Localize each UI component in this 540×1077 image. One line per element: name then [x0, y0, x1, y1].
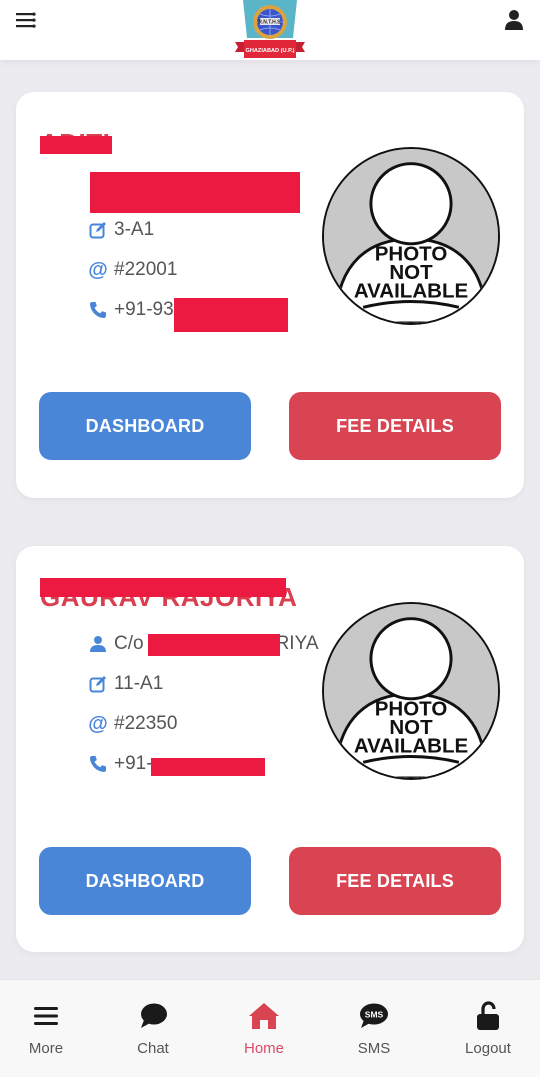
redaction-bar — [151, 758, 265, 776]
redaction-bar — [174, 298, 288, 332]
fee-details-button[interactable]: FEE DETAILS — [289, 392, 501, 460]
phone-icon — [88, 754, 108, 774]
admission-row: @ #22350 — [88, 711, 177, 737]
at-icon: @ — [88, 259, 108, 281]
redaction-bar — [40, 136, 112, 154]
class-text: 11-A1 — [114, 673, 164, 694]
nav-label: SMS — [357, 1040, 391, 1057]
home-icon — [248, 1000, 280, 1032]
redaction-bar — [148, 634, 280, 656]
nav-item-more[interactable]: More — [0, 980, 100, 1077]
photo-text-line: AVAILABLE — [354, 280, 468, 303]
class-row: 3-A1 — [88, 217, 154, 243]
class-text: 3-A1 — [114, 219, 155, 240]
phone-number: +91-93 — [114, 299, 174, 320]
photo-text-line: AVAILABLE — [354, 735, 468, 758]
nav-item-logout[interactable]: Logout — [434, 980, 540, 1077]
nav-label: Logout — [465, 1040, 511, 1057]
menu-icon[interactable] — [14, 10, 38, 30]
edit-icon — [88, 674, 108, 694]
app-header: R.N.T.H.S. GHAZIABAD (U.P.) — [0, 0, 540, 60]
nav-item-sms[interactable]: SMS SMS — [320, 980, 428, 1077]
student-photo-placeholder: PHOTO NOT AVAILABLE — [322, 602, 500, 780]
admission-number: #22350 — [114, 713, 178, 734]
admission-number: #22001 — [114, 259, 178, 280]
svg-text:SMS: SMS — [365, 1010, 384, 1020]
user-icon[interactable] — [504, 9, 524, 31]
nav-label: More — [28, 1040, 64, 1057]
guardian-prefix: C/o — [114, 633, 144, 654]
fee-details-button[interactable]: FEE DETAILS — [289, 847, 501, 915]
dashboard-button[interactable]: DASHBOARD — [39, 392, 251, 460]
unlock-icon — [472, 1000, 504, 1032]
nav-item-home[interactable]: Home — [210, 980, 318, 1077]
admission-row: @ #22001 — [88, 257, 177, 283]
dashboard-button[interactable]: DASHBOARD — [39, 847, 251, 915]
at-icon: @ — [88, 713, 108, 735]
student-photo-placeholder: PHOTO NOT AVAILABLE — [322, 147, 500, 325]
redaction-bar — [40, 578, 286, 597]
class-row: 11-A1 — [88, 671, 163, 697]
school-logo: R.N.T.H.S. GHAZIABAD (U.P.) — [233, 0, 307, 60]
phone-icon — [88, 300, 108, 320]
sms-bubble-icon: SMS — [358, 1000, 390, 1032]
chat-bubble-icon — [137, 1000, 169, 1032]
logo-text: R.N.T.H.S. — [258, 20, 282, 26]
logo-subtext: GHAZIABAD (U.P.) — [246, 48, 295, 54]
hamburger-icon — [30, 1000, 62, 1032]
guardian-suffix: RIYA — [275, 633, 319, 654]
phone-number: +91- — [114, 753, 153, 774]
bottom-navigation: More Chat Home SMS SMS Logout — [0, 979, 540, 1077]
edit-icon — [88, 220, 108, 240]
nav-label: Chat — [137, 1040, 169, 1057]
redaction-bar — [90, 172, 300, 213]
student-card: ADITI 3-A1 @ #22001 +91-93 PHOTO NOT AVA… — [16, 92, 524, 498]
nav-label: Home — [243, 1040, 284, 1057]
person-icon — [88, 634, 108, 654]
student-card: GAURAV RAJORIYA C/o RIYA 11-A1 @ #22350 … — [16, 546, 524, 952]
phone-row: +91-93 — [88, 297, 174, 323]
nav-item-chat[interactable]: Chat — [99, 980, 207, 1077]
phone-row: +91- — [88, 751, 153, 777]
